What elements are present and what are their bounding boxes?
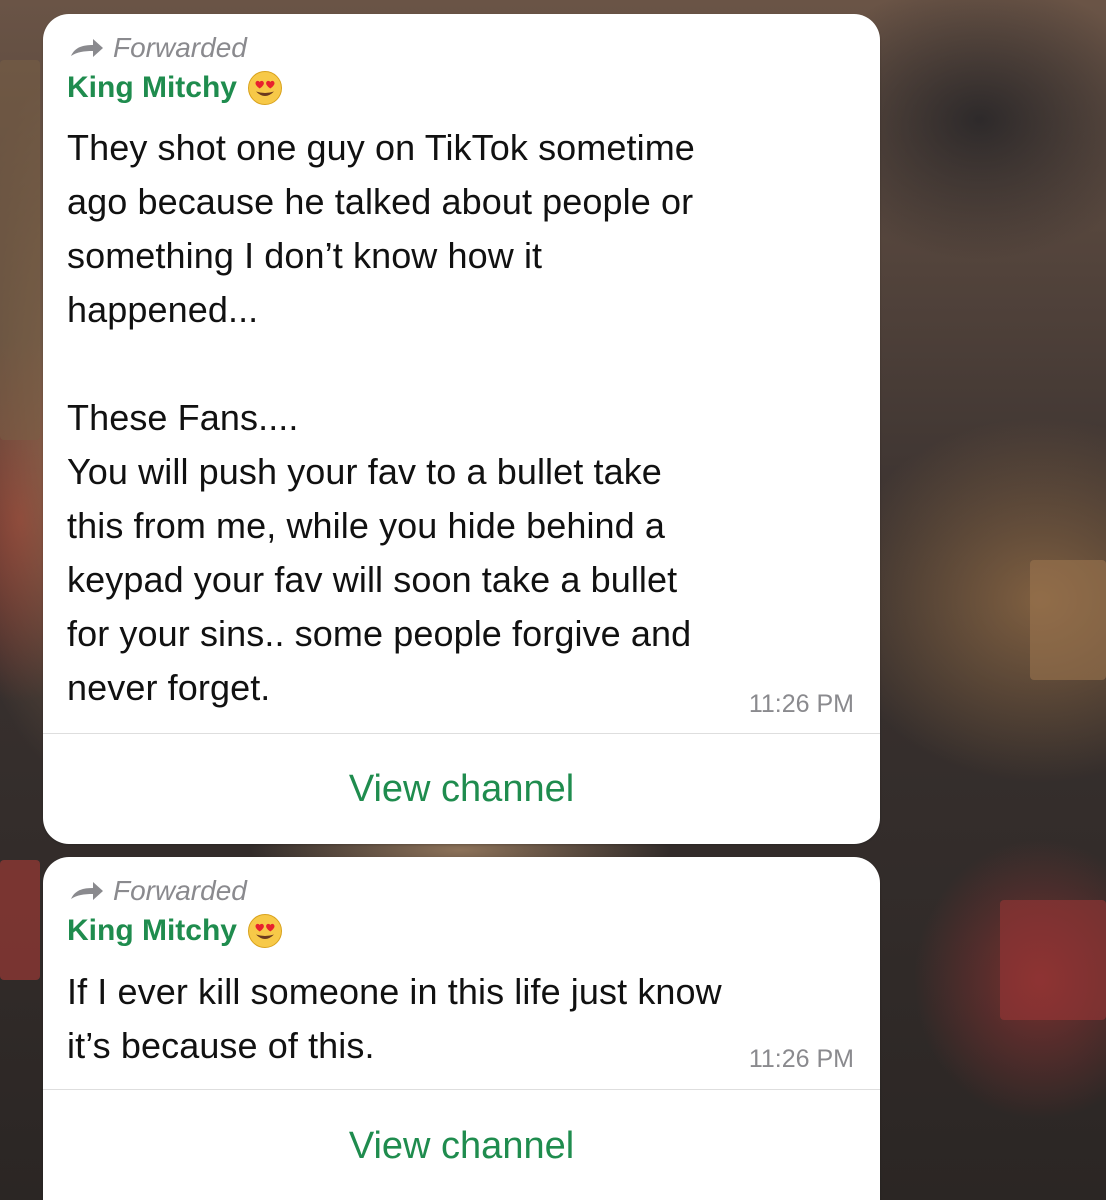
forwarded-indicator: Forwarded (67, 874, 247, 908)
divider (43, 733, 880, 734)
forward-arrow-icon (67, 880, 105, 902)
message-timestamp: 11:26 PM (748, 690, 854, 718)
message-bubble[interactable]: Forwarded King Mitchy They shot one guy … (43, 14, 880, 844)
view-channel-button[interactable]: View channel (43, 1123, 880, 1169)
heart-eyes-emoji-icon (247, 913, 283, 949)
forwarded-indicator: Forwarded (67, 31, 247, 65)
message-bubble[interactable]: Forwarded King Mitchy If I ever kill som… (43, 857, 880, 1200)
sender-name-label: King Mitchy (67, 71, 237, 104)
heart-eyes-emoji-icon (247, 70, 283, 106)
forwarded-label: Forwarded (113, 32, 247, 63)
sender-name-label: King Mitchy (67, 914, 237, 947)
view-channel-button[interactable]: View channel (43, 766, 880, 812)
divider (43, 1089, 880, 1090)
forward-arrow-icon (67, 37, 105, 59)
message-timestamp: 11:26 PM (748, 1045, 854, 1073)
forwarded-label: Forwarded (113, 875, 247, 906)
message-text: They shot one guy on TikTok sometime ago… (67, 127, 695, 708)
sender-name[interactable]: King Mitchy (67, 913, 283, 949)
message-text: If I ever kill someone in this life just… (67, 971, 722, 1066)
sender-name[interactable]: King Mitchy (67, 70, 283, 106)
